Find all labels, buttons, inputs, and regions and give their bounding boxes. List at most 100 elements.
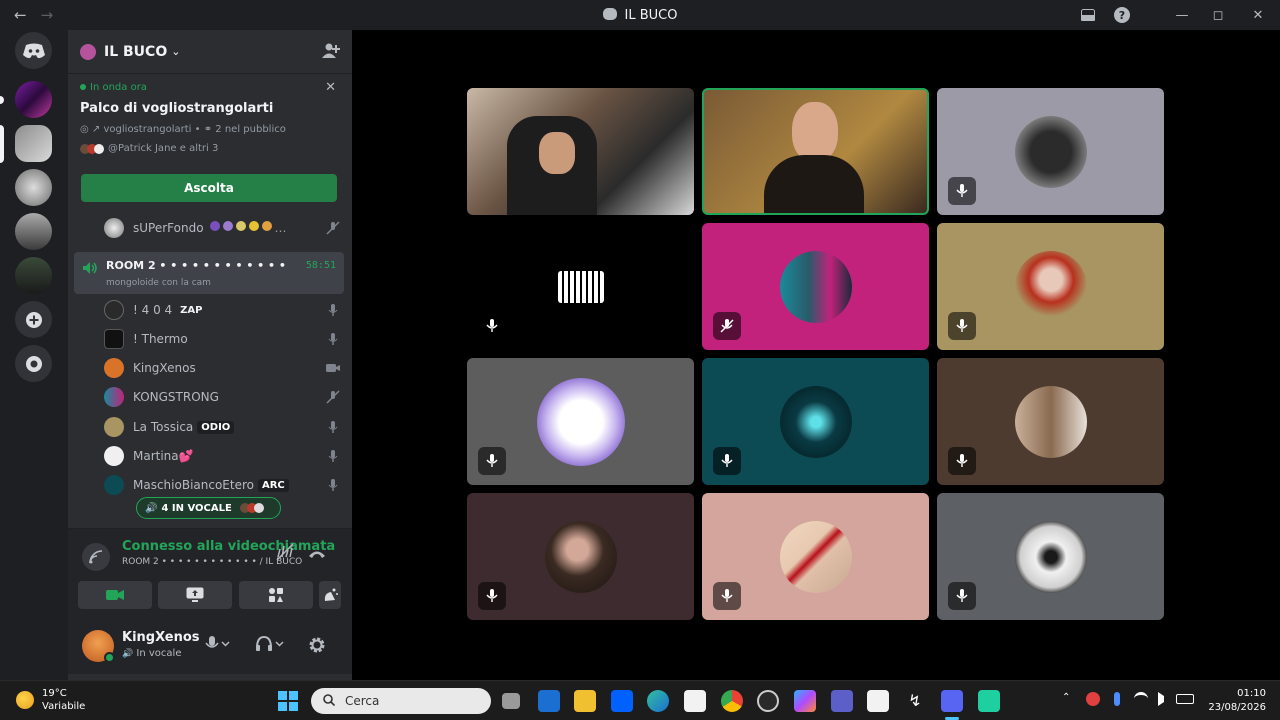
chevron-up-icon[interactable]: ⌃ <box>1062 692 1076 706</box>
windows-taskbar: 19°C Variabile Cerca ↯ ⌃ 01:10 23/08/2026 <box>0 680 1280 720</box>
weather-icon <box>16 691 34 709</box>
room-name: ROOM 2 • • • • • • • • • • • • <box>106 259 286 272</box>
voice-user[interactable]: sUPerFondo … <box>104 217 344 239</box>
disconnect-icon[interactable] <box>308 545 326 564</box>
host-icon: ↗ <box>91 124 101 135</box>
video-tile[interactable] <box>467 88 694 215</box>
screen-share-button[interactable] <box>158 581 232 609</box>
discover-button[interactable] <box>15 345 52 382</box>
voice-user[interactable]: ! 4 0 4 ZAP <box>104 299 344 321</box>
soundboard-button[interactable] <box>319 581 341 609</box>
date: 23/08/2026 <box>1208 702 1266 713</box>
speaker-icon: 🔊 <box>145 502 158 514</box>
activities-button[interactable] <box>239 581 313 609</box>
video-tile[interactable] <box>937 223 1164 350</box>
voice-user[interactable]: La Tossica ODIO <box>104 416 344 438</box>
video-tile[interactable] <box>937 358 1164 485</box>
windows-start-icon[interactable] <box>278 691 298 715</box>
edge-icon[interactable] <box>647 690 669 712</box>
avatar <box>104 417 124 437</box>
headphones-button[interactable] <box>256 635 284 656</box>
discord-taskbar-icon[interactable] <box>941 690 963 712</box>
plus-icon <box>25 311 42 328</box>
help-icon[interactable]: ? <box>1114 7 1130 23</box>
camera-button[interactable] <box>78 581 152 609</box>
inbox-icon[interactable] <box>1080 7 1096 23</box>
dropbox-icon[interactable] <box>611 690 633 712</box>
video-tile-speaking[interactable] <box>702 88 929 215</box>
room-timer: 58:51 <box>305 260 336 271</box>
tray-app-icon[interactable] <box>1086 692 1100 706</box>
in-voice-pill[interactable]: 🔊 4 IN VOCALE <box>136 497 281 519</box>
store-icon[interactable] <box>684 690 706 712</box>
add-member-icon[interactable] <box>322 42 340 62</box>
battery-icon[interactable] <box>1176 694 1194 704</box>
voice-connection-panel: Connesso alla videochiamata ROOM 2 • • •… <box>68 528 352 616</box>
volume-icon[interactable] <box>1158 692 1166 706</box>
video-tile[interactable] <box>937 493 1164 620</box>
microphone-button[interactable] <box>204 636 230 656</box>
video-stream-body <box>764 155 864 213</box>
weather-widget[interactable]: 19°C Variabile <box>16 687 85 713</box>
microphone-icon[interactable] <box>1114 692 1120 706</box>
app-icon[interactable] <box>978 690 1000 712</box>
voice-user[interactable]: ! Thermo <box>104 328 344 350</box>
muted-mic-icon <box>713 312 741 340</box>
video-tile[interactable] <box>467 358 694 485</box>
minimize-icon[interactable]: — <box>1164 8 1200 23</box>
headphones-icon: ⚭ <box>203 124 213 135</box>
server-icon[interactable] <box>15 81 52 118</box>
server-icon-active[interactable] <box>15 125 52 162</box>
clock[interactable]: 01:10 23/08/2026 <box>1208 687 1266 715</box>
close-window-icon[interactable]: ✕ <box>1236 8 1280 23</box>
voice-user[interactable]: KONGSTRONG <box>104 386 344 408</box>
video-tile[interactable] <box>467 223 694 350</box>
video-stream-face <box>539 132 575 174</box>
video-tile[interactable] <box>702 493 929 620</box>
user-avatar <box>1015 251 1087 323</box>
server-header[interactable]: IL BUCO ⌄ <box>68 30 352 74</box>
signal-icon[interactable] <box>82 543 110 571</box>
live-label: In onda ora <box>80 82 340 93</box>
app-bolt-icon[interactable]: ↯ <box>904 690 926 712</box>
app-icon[interactable] <box>757 690 779 712</box>
server-icon[interactable] <box>15 213 52 250</box>
file-explorer-icon[interactable] <box>574 690 596 712</box>
listen-button[interactable]: Ascolta <box>81 174 337 202</box>
voice-user[interactable]: Martina💕 <box>104 445 344 467</box>
teams-icon[interactable] <box>831 690 853 712</box>
noise-suppression-icon[interactable] <box>276 543 294 565</box>
mic-icon <box>948 177 976 205</box>
muted-mic-icon <box>326 221 340 235</box>
back-arrow-icon[interactable]: ← <box>14 6 27 24</box>
stage-meta: ◎ ↗ vogliostrangolarti • ⚭ 2 nel pubblic… <box>80 124 286 135</box>
mail-icon[interactable] <box>538 690 560 712</box>
amazon-icon[interactable] <box>867 690 889 712</box>
role-badge: ARC <box>257 478 289 492</box>
chrome-icon[interactable] <box>721 690 743 712</box>
server-logo-icon <box>602 7 617 20</box>
voice-user[interactable]: MaschioBiancoEtero ARC <box>104 474 344 496</box>
maximize-icon[interactable]: ◻ <box>1200 8 1236 23</box>
copilot-icon[interactable] <box>794 690 816 712</box>
close-icon[interactable]: ✕ <box>325 80 336 95</box>
server-icon[interactable] <box>15 257 52 294</box>
user-panel: KingXenos 🔊 In vocale <box>68 616 352 674</box>
video-tile[interactable] <box>702 223 929 350</box>
wifi-icon[interactable] <box>1134 692 1148 706</box>
add-server-button[interactable] <box>15 301 52 338</box>
listener-avatars <box>80 143 104 154</box>
forward-arrow-icon[interactable]: → <box>41 6 54 24</box>
task-view-icon[interactable] <box>502 693 520 709</box>
server-icon[interactable] <box>15 169 52 206</box>
video-tile[interactable] <box>702 358 929 485</box>
voice-channel-room[interactable]: ROOM 2 • • • • • • • • • • • • mongoloid… <box>74 252 344 294</box>
soundboard-icon <box>324 588 338 601</box>
video-tile[interactable] <box>937 88 1164 215</box>
server-name: IL BUCO <box>104 43 168 60</box>
video-tile[interactable] <box>467 493 694 620</box>
taskbar-search[interactable]: Cerca <box>311 688 491 714</box>
settings-gear-icon[interactable] <box>308 636 326 658</box>
home-button[interactable] <box>15 32 52 69</box>
voice-user[interactable]: KingXenos <box>104 357 344 379</box>
